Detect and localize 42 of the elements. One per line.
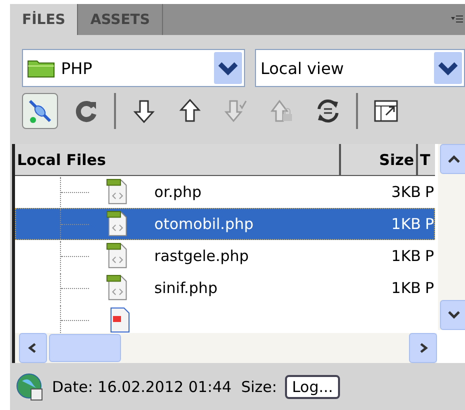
column-header[interactable]: T xyxy=(418,144,435,175)
up-arrow-lock-icon xyxy=(269,98,295,124)
file-row[interactable]: or.php 3KB P xyxy=(15,176,435,208)
folder-icon xyxy=(27,58,55,78)
file-name: or.php xyxy=(154,183,203,201)
site-dropdown[interactable]: PHP xyxy=(22,49,246,87)
column-header[interactable]: Local Files xyxy=(15,144,341,175)
menu-icon[interactable] xyxy=(451,14,463,24)
file-name: rastgele.php xyxy=(154,247,250,265)
panel-tab[interactable]: FİLES xyxy=(10,4,78,35)
chevron-up-icon xyxy=(447,154,461,164)
globe-icon xyxy=(16,373,44,401)
file-type: P xyxy=(424,183,434,201)
down-arrow-check-icon xyxy=(223,98,249,124)
chevron-down-icon xyxy=(447,310,461,320)
file-size: 1KB xyxy=(390,279,421,297)
scroll-up-button[interactable] xyxy=(440,144,465,174)
file-size: 1KB xyxy=(390,247,421,265)
status-text: Date: 16.02.2012 01:44 Size: xyxy=(52,378,277,396)
file-row[interactable]: otomobil.php 1KB P xyxy=(15,208,435,240)
scroll-left-button[interactable] xyxy=(19,333,47,363)
file-name: sinif.php xyxy=(154,279,218,297)
file-type: P xyxy=(424,279,434,297)
log-button[interactable]: Log... xyxy=(284,375,340,399)
file-name: otomobil.php xyxy=(154,215,254,233)
up-arrow-icon xyxy=(177,98,203,124)
sync-icon xyxy=(315,98,341,124)
refresh-icon xyxy=(73,98,99,124)
scroll-down-button[interactable] xyxy=(440,300,465,330)
scroll-right-button[interactable] xyxy=(409,333,437,363)
expand-window-icon xyxy=(373,98,399,124)
file-row[interactable]: sinif.php 1KB P xyxy=(15,272,435,304)
file-row[interactable]: rastgele.php 1KB P xyxy=(15,240,435,272)
file-type: P xyxy=(424,215,434,233)
plug-icon xyxy=(27,98,53,124)
view-dropdown[interactable]: Local view xyxy=(255,49,465,87)
file-size: 1KB xyxy=(390,215,421,233)
column-header[interactable]: Size xyxy=(341,144,418,175)
down-arrow-icon xyxy=(131,98,157,124)
file-type: P xyxy=(424,247,434,265)
file-size: 3KB xyxy=(390,183,421,201)
scrollbar-thumb[interactable] xyxy=(49,334,121,362)
